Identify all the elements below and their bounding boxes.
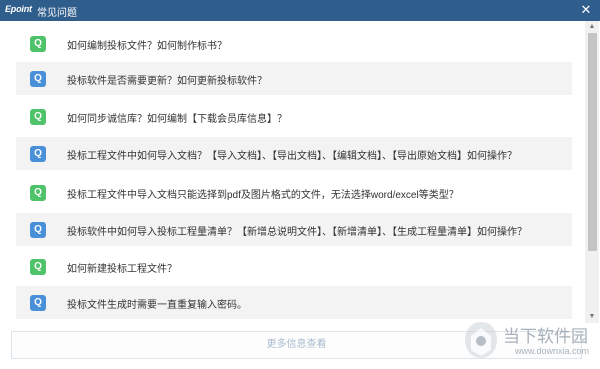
question-icon: Q bbox=[30, 36, 46, 52]
close-icon[interactable]: ✕ bbox=[579, 2, 593, 18]
faq-item[interactable]: Q 投标工程文件中如何导入文档？【导入文档】、【导出文档】、【编辑文档】、【导出… bbox=[16, 137, 572, 170]
question-icon: Q bbox=[30, 71, 46, 87]
question-icon: Q bbox=[30, 295, 46, 311]
watermark-logo-icon bbox=[465, 322, 497, 358]
app-logo: Epoint bbox=[5, 4, 32, 14]
faq-item[interactable]: Q 如何新建投标工程文件？ bbox=[16, 250, 572, 283]
faq-item[interactable]: Q 如何编制投标文件？如何制作标书？ bbox=[16, 27, 572, 60]
scroll-up-arrow-icon[interactable]: ▲ bbox=[585, 21, 599, 33]
watermark-url: www.downxia.com bbox=[515, 346, 590, 356]
question-icon: Q bbox=[30, 185, 46, 201]
question-icon: Q bbox=[30, 146, 46, 162]
faq-item[interactable]: Q 投标工程文件中导入文档只能选择到pdf及图片格式的文件，无法选择word/e… bbox=[16, 176, 572, 209]
scrollbar-thumb[interactable] bbox=[588, 33, 597, 251]
question-icon: Q bbox=[30, 259, 46, 275]
watermark: 当下软件园 www.downxia.com bbox=[463, 318, 589, 364]
faq-item[interactable]: Q 如何同步诚信库？如何编制【下载会员库信息】？ bbox=[16, 100, 572, 133]
watermark-brand: 当下软件园 bbox=[503, 327, 588, 346]
faq-question[interactable]: 如何编制投标文件？如何制作标书？ bbox=[67, 37, 227, 52]
faq-item[interactable]: Q 投标软件是否需要更新？如何更新投标软件？ bbox=[16, 62, 572, 95]
faq-question[interactable]: 投标软件中如何导入投标工程量清单？【新增总说明文件】、【新增清单】、【生成工程量… bbox=[67, 223, 527, 238]
title-bar: Epoint 常见问题 ✕ bbox=[0, 0, 600, 21]
faq-question[interactable]: 投标软件是否需要更新？如何更新投标软件？ bbox=[67, 72, 267, 87]
window-title: 常见问题 bbox=[37, 8, 77, 19]
faq-item[interactable]: Q 投标文件生成时需要一直重复输入密码。 bbox=[16, 286, 572, 319]
faq-question[interactable]: 如何新建投标工程文件？ bbox=[67, 260, 177, 275]
vertical-scrollbar[interactable]: ▲ ▼ bbox=[585, 21, 599, 323]
faq-question[interactable]: 投标工程文件中导入文档只能选择到pdf及图片格式的文件，无法选择word/exc… bbox=[67, 186, 459, 201]
faq-question[interactable]: 投标工程文件中如何导入文档？【导入文档】、【导出文档】、【编辑文档】、【导出原始… bbox=[67, 147, 517, 162]
question-icon: Q bbox=[30, 109, 46, 125]
question-icon: Q bbox=[30, 222, 46, 238]
faq-question[interactable]: 投标文件生成时需要一直重复输入密码。 bbox=[67, 296, 247, 311]
faq-question[interactable]: 如何同步诚信库？如何编制【下载会员库信息】？ bbox=[67, 110, 287, 125]
faq-item[interactable]: Q 投标软件中如何导入投标工程量清单？【新增总说明文件】、【新增清单】、【生成工… bbox=[16, 213, 572, 246]
faq-list: Q 如何编制投标文件？如何制作标书？ Q 投标软件是否需要更新？如何更新投标软件… bbox=[0, 21, 583, 323]
